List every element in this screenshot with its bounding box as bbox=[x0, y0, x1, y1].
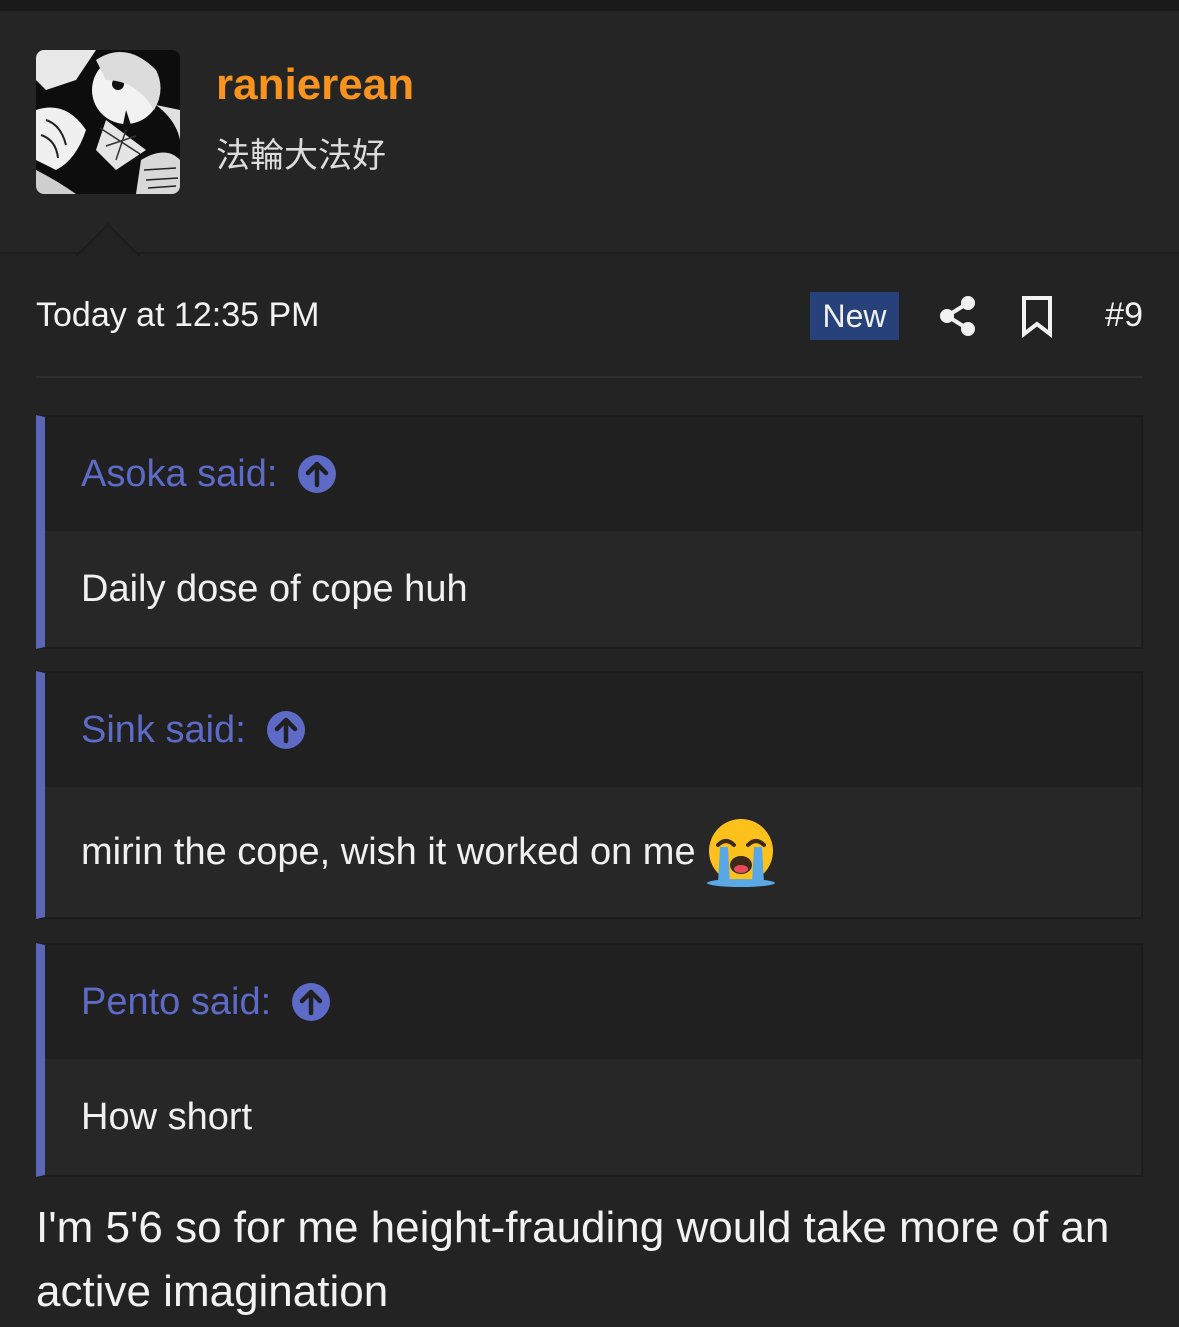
arrow-up-circle-icon[interactable] bbox=[291, 982, 331, 1022]
arrow-up-circle-icon[interactable] bbox=[266, 710, 306, 750]
quote-block: Asoka said: Daily dose of cope huh bbox=[36, 415, 1143, 649]
post-timestamp[interactable]: Today at 12:35 PM bbox=[36, 296, 320, 335]
loudly-crying-face-emoji bbox=[706, 819, 775, 887]
quote-header: Pento said: bbox=[45, 945, 1141, 1059]
quote-body: Daily dose of cope huh bbox=[81, 567, 468, 610]
quote-attribution[interactable]: Pento said: bbox=[81, 981, 271, 1024]
quote-body-text: mirin the cope, wish it worked on me bbox=[81, 830, 696, 873]
quote-body: mirin the cope, wish it worked on me bbox=[45, 787, 1141, 917]
post-body: I'm 5'6 so for me height-frauding would … bbox=[36, 1203, 1110, 1316]
avatar[interactable] bbox=[36, 50, 180, 194]
divider bbox=[36, 376, 1143, 378]
quote-header: Sink said: bbox=[45, 673, 1141, 787]
post-meta-bar: Today at 12:35 PM New #9 bbox=[36, 290, 1143, 342]
user-title: 法輪大法好 bbox=[216, 136, 386, 176]
quote-header: Asoka said: bbox=[45, 417, 1141, 531]
share-icon[interactable] bbox=[938, 294, 978, 338]
quote-attribution[interactable]: Sink said: bbox=[81, 709, 246, 752]
post-number[interactable]: #9 bbox=[1105, 296, 1143, 335]
top-border bbox=[0, 0, 1179, 11]
new-badge: New bbox=[810, 292, 899, 340]
arrow-up-circle-icon[interactable] bbox=[297, 454, 337, 494]
username[interactable]: ranierean bbox=[216, 60, 414, 110]
bookmark-icon[interactable] bbox=[1020, 294, 1054, 338]
quote-attribution[interactable]: Asoka said: bbox=[81, 453, 277, 496]
quote-body: How short bbox=[81, 1095, 253, 1138]
quote-block: Pento said: How short bbox=[36, 943, 1143, 1177]
user-header: ranierean 法輪大法好 bbox=[0, 11, 1179, 254]
quote-block: Sink said: mirin the cope, wish it worke… bbox=[36, 671, 1143, 919]
message-caret bbox=[74, 223, 140, 256]
